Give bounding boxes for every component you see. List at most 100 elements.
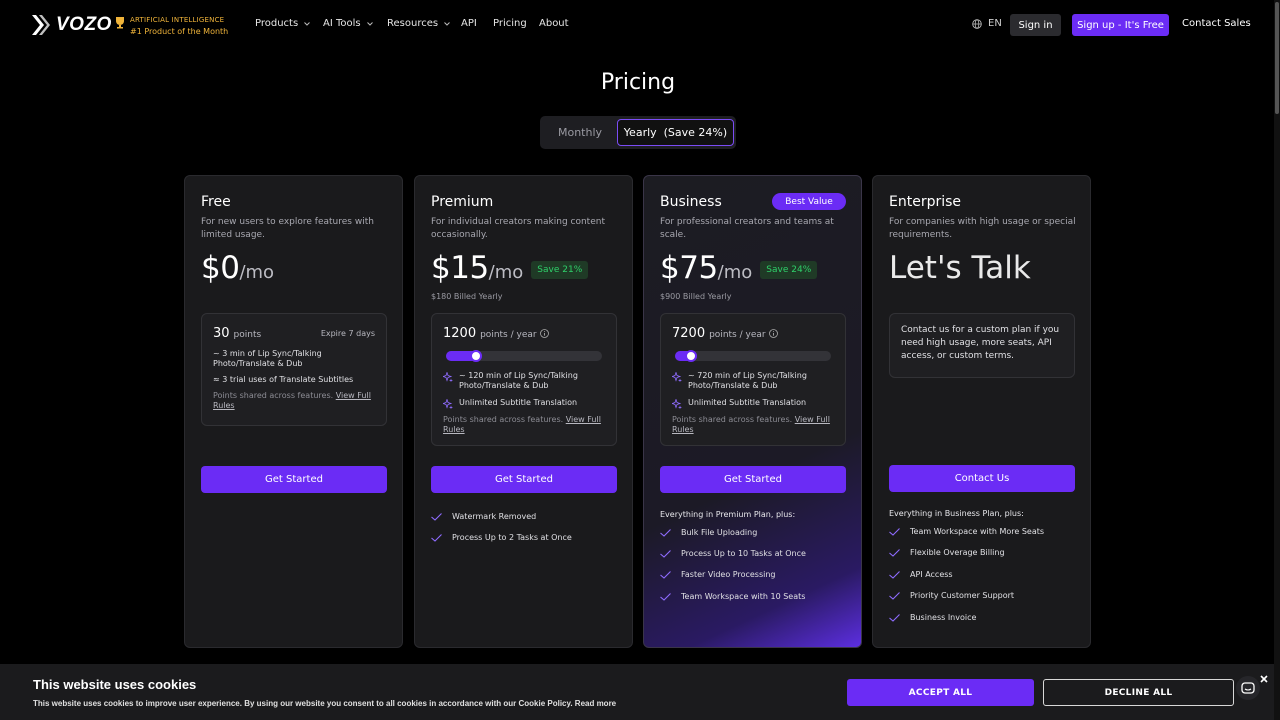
page-scrollbar[interactable]	[1274, 0, 1280, 720]
shared-note-text: Points shared across features.	[443, 415, 564, 424]
best-value-badge: Best Value	[772, 193, 846, 210]
plan-description: For new users to explore features with l…	[201, 217, 374, 240]
plan-price: $75 /mo Save 24%	[660, 250, 818, 286]
feature-item: Business Invoice	[889, 613, 976, 622]
points-header: 7200 points / year	[672, 326, 778, 341]
contact-sales-link[interactable]: Contact Sales	[1182, 18, 1251, 29]
check-icon	[889, 527, 900, 536]
toggle-yearly-label: Yearly (Save 24%)	[623, 126, 728, 139]
toggle-monthly[interactable]: Monthly	[548, 120, 612, 145]
get-started-button[interactable]: Get Started	[431, 466, 617, 493]
sparkle-icon	[443, 372, 453, 382]
feature-item: Faster Video Processing	[660, 570, 776, 579]
points-expiry: Expire 7 days	[320, 329, 375, 338]
chat-icon	[1241, 681, 1255, 694]
feature-item: Team Workspace with More Seats	[889, 527, 1044, 536]
slider-handle[interactable]	[685, 350, 697, 362]
scrollbar-thumb[interactable]	[1275, 2, 1279, 114]
brand-name: VOZO	[56, 14, 112, 35]
plan-card-premium: Premium For individual creators making c…	[414, 175, 633, 648]
info-icon[interactable]	[539, 329, 549, 338]
check-icon	[431, 512, 442, 521]
language-selector[interactable]: EN	[972, 18, 1002, 29]
decline-all-button[interactable]: DECLINE ALL	[1043, 679, 1234, 706]
points-shared-note: Points shared across features. View Full…	[443, 415, 607, 435]
feature-item: Flexible Overage Billing	[889, 548, 1005, 557]
award-badge[interactable]: ARTIFICIAL INTELLIGENCE #1 Product of th…	[114, 15, 228, 37]
check-icon	[660, 570, 671, 579]
billed-yearly: $180 Billed Yearly	[431, 292, 503, 301]
nav-about[interactable]: About	[539, 18, 569, 29]
shared-note-text: Points shared across features.	[672, 415, 793, 424]
chat-widget-button[interactable]	[1236, 676, 1260, 700]
get-started-button[interactable]: Get Started	[201, 466, 387, 493]
plan-description: For companies with high usage or special…	[889, 217, 1076, 240]
info-icon[interactable]	[768, 329, 778, 338]
cookie-title: This website uses cookies	[33, 677, 197, 692]
feature-item: Watermark Removed	[431, 512, 536, 521]
nav-pricing[interactable]: Pricing	[493, 18, 527, 29]
feature-item: Priority Customer Support	[889, 591, 1014, 600]
points-unit: points	[233, 330, 262, 340]
feature-item: Process Up to 2 Tasks at Once	[431, 533, 572, 542]
nav-ai-tools[interactable]: AI Tools	[323, 18, 373, 29]
page-title: Pricing	[600, 70, 676, 95]
points-usage-line: ≈ 3 trial uses of Translate Subtitles	[213, 375, 354, 384]
feature-text: API Access	[910, 570, 953, 579]
plan-price: $0 /mo	[201, 250, 274, 286]
cookie-banner: This website uses cookies This website u…	[0, 664, 1280, 720]
points-feature-text: Unlimited Subtitle Translation	[459, 398, 578, 407]
feature-item: Bulk File Uploading	[660, 528, 757, 537]
trophy-icon	[116, 17, 124, 29]
feature-text: Team Workspace with 10 Seats	[681, 592, 806, 601]
billing-toggle: Monthly Yearly (Save 24%)	[540, 116, 736, 149]
feature-item: API Access	[889, 570, 953, 579]
sign-up-button[interactable]: Sign up - It's Free	[1072, 14, 1169, 36]
feature-item: Process Up to 10 Tasks at Once	[660, 549, 806, 558]
check-icon	[889, 548, 900, 557]
plan-name: Enterprise	[889, 194, 962, 210]
features-heading: Everything in Business Plan, plus:	[889, 509, 1024, 518]
price-amount: $15	[431, 250, 489, 286]
get-started-button[interactable]: Get Started	[660, 466, 846, 493]
sign-in-button[interactable]: Sign in	[1010, 14, 1061, 36]
toggle-yearly[interactable]: Yearly (Save 24%)	[617, 119, 734, 146]
check-icon	[889, 613, 900, 622]
points-shared-note: Points shared across features. View Full…	[672, 415, 836, 435]
points-feature-text: ~ 120 min of Lip Sync/Talking Photo/Tran…	[459, 371, 578, 390]
vozo-logo[interactable]: VOZO	[31, 14, 112, 36]
points-feature: Unlimited Subtitle Translation	[672, 398, 806, 409]
points-usage-line: ~ 3 min of Lip Sync/Talking Photo/Transl…	[213, 349, 322, 368]
contact-info-box: Contact us for a custom plan if you need…	[889, 313, 1075, 378]
lets-talk-headline: Let's Talk	[889, 250, 1031, 286]
points-slider[interactable]	[446, 350, 602, 362]
nav-api[interactable]: API	[461, 18, 477, 29]
nav-resources[interactable]: Resources	[387, 18, 450, 29]
points-value: 7200	[672, 326, 706, 341]
plan-name: Business	[660, 194, 722, 210]
check-icon	[660, 528, 671, 537]
accept-all-button[interactable]: ACCEPT ALL	[847, 679, 1034, 706]
points-feature: ~ 120 min of Lip Sync/Talking Photo/Tran…	[443, 371, 599, 391]
price-amount: $75	[660, 250, 718, 286]
points-box: 7200 points / year ~ 720 min of Lip Sync…	[660, 313, 846, 446]
close-icon[interactable]	[1259, 674, 1269, 684]
shared-note-text: Points shared across features.	[213, 391, 334, 400]
award-category: ARTIFICIAL INTELLIGENCE	[130, 16, 225, 24]
nav-products[interactable]: Products	[255, 18, 311, 29]
nav-products-label: Products	[255, 18, 299, 29]
plan-card-enterprise: Enterprise For companies with high usage…	[872, 175, 1091, 648]
contact-us-button[interactable]: Contact Us	[889, 465, 1075, 492]
points-box: 1200 points / year ~ 120 min of Lip Sync…	[431, 313, 617, 446]
feature-text: Process Up to 2 Tasks at Once	[452, 533, 572, 542]
slider-handle[interactable]	[470, 350, 482, 362]
price-period: /mo	[239, 262, 275, 283]
check-icon	[660, 592, 671, 601]
plan-description: For individual creators making content o…	[431, 217, 605, 240]
chevron-down-icon	[366, 21, 373, 26]
points-slider[interactable]	[675, 350, 831, 362]
save-badge: Save 21%	[531, 261, 589, 279]
plan-price: $15 /mo Save 21%	[431, 250, 589, 286]
nav-resources-label: Resources	[387, 18, 439, 29]
points-value: 1200	[443, 326, 477, 341]
